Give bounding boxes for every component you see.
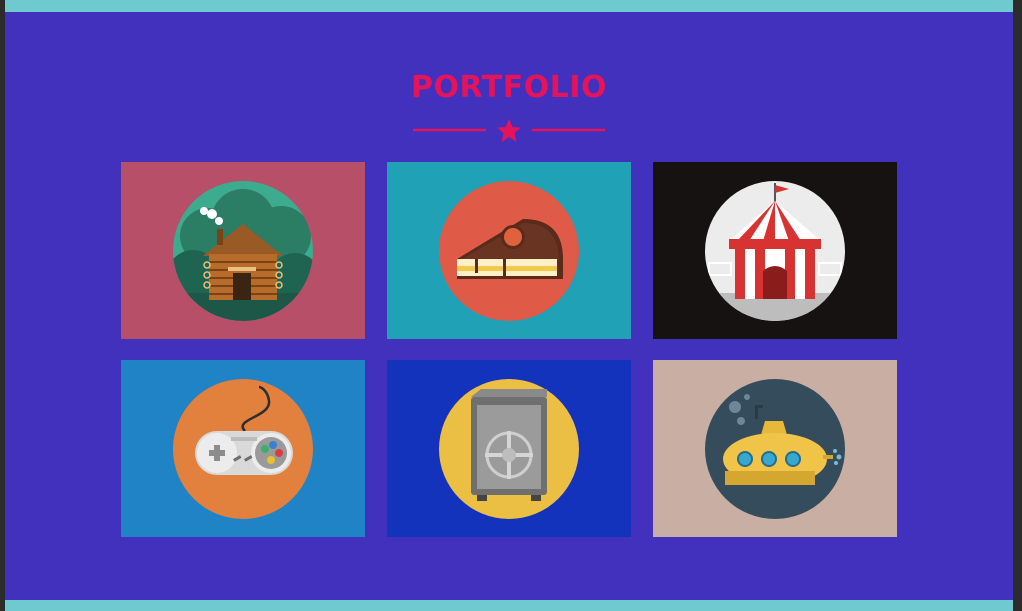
log-cabin-icon — [173, 180, 313, 321]
game-controller-icon — [173, 378, 313, 519]
portfolio-item-circus[interactable] — [653, 162, 897, 339]
submarine-icon — [705, 378, 845, 519]
portfolio-item-cake[interactable] — [387, 162, 631, 339]
page-frame: PORTFOLIO — [5, 0, 1013, 611]
safe-vault-icon — [439, 378, 579, 519]
portfolio-item-controller[interactable] — [121, 360, 365, 537]
section-title: PORTFOLIO — [411, 70, 607, 105]
cake-slice-icon — [439, 180, 579, 321]
circus-tent-icon — [705, 180, 845, 321]
star-icon — [497, 119, 521, 142]
title-divider — [413, 119, 605, 142]
bottom-bar — [5, 600, 1013, 611]
portfolio-item-submarine[interactable] — [653, 360, 897, 537]
top-bar — [5, 0, 1013, 12]
portfolio-item-cabin[interactable] — [121, 162, 365, 339]
portfolio-item-safe[interactable] — [387, 360, 631, 537]
